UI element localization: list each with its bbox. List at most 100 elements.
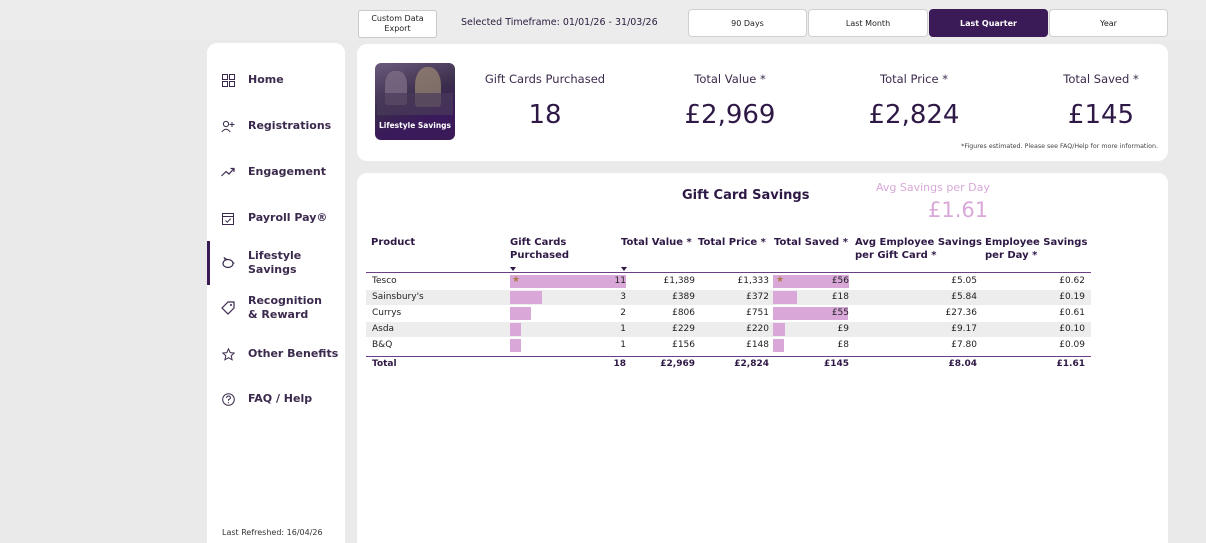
kpi-title: Total Saved * — [1063, 72, 1139, 86]
cell-total-price: £148 — [746, 340, 769, 350]
sort-arrow-icon[interactable] — [621, 267, 627, 271]
cell-total-price: £372 — [746, 292, 769, 302]
custom-data-export-button[interactable]: Custom Data Export — [358, 10, 437, 38]
kpi-title: Total Price * — [880, 72, 948, 86]
table-row[interactable]: Asda 1 £229 £220 £9 £9.17 £0.10 — [366, 322, 1091, 337]
cell-total-value: £156 — [672, 340, 695, 350]
kpi-value: £145 — [1067, 100, 1135, 130]
sidebar-item-engagement[interactable]: Engagement — [207, 157, 345, 187]
sidebar-item-label: FAQ / Help — [248, 392, 313, 405]
cell-avg-per-card: £8.04 — [948, 359, 977, 369]
kpi-title: Total Value * — [694, 72, 766, 86]
column-header-savings-per-day[interactable]: Employee Savings per Day * — [985, 236, 1087, 262]
cell-per-day: £1.61 — [1056, 359, 1085, 369]
cell-gift-cards: 1 — [620, 340, 626, 350]
kpi-gift-cards-purchased: Gift Cards Purchased 18 — [483, 72, 607, 130]
cell-gift-cards: 3 — [620, 292, 626, 302]
table-row[interactable]: Currys 2 £806 £751 £55 £27.36 £0.61 — [366, 306, 1091, 321]
table-title: Gift Card Savings — [682, 188, 810, 203]
kpi-total-saved: Total Saved * £145 — [1051, 72, 1151, 130]
cell-total-price: £2,824 — [734, 359, 769, 369]
sidebar-item-label: Lifestyle Savings — [248, 249, 302, 276]
timeframe-year-button[interactable]: Year — [1049, 9, 1168, 37]
cell-avg-per-card: £27.36 — [945, 308, 978, 318]
sidebar-item-payroll-pay[interactable]: Payroll Pay® — [207, 203, 345, 233]
table-row[interactable]: ★ ★ Tesco 11 £1,389 £1,333 £56 £5.05 £0.62 — [366, 274, 1091, 289]
user-add-icon — [221, 119, 235, 133]
cell-total-saved: £9 — [837, 324, 849, 334]
cell-product: Sainsbury's — [372, 292, 424, 302]
cell-avg-per-card: £5.05 — [951, 276, 977, 286]
cell-per-day: £0.61 — [1059, 308, 1085, 318]
piggy-bank-icon — [221, 256, 235, 270]
column-header-product[interactable]: Product — [371, 236, 415, 249]
column-header-total-saved[interactable]: Total Saved * — [774, 236, 848, 249]
sort-arrow-icon[interactable] — [510, 267, 516, 271]
cell-total-value: £389 — [672, 292, 695, 302]
timeframe-90-days-button[interactable]: 90 Days — [688, 9, 807, 37]
lifestyle-savings-caption: Lifestyle Savings — [378, 121, 451, 130]
cell-gift-cards: 11 — [614, 276, 626, 286]
column-header-total-value[interactable]: Total Value * — [621, 236, 692, 249]
cell-product: B&Q — [372, 340, 393, 350]
cell-total-value: £1,389 — [663, 276, 696, 286]
kpi-total-value: Total Value * £2,969 — [660, 72, 800, 130]
kpi-value: 18 — [528, 100, 562, 130]
help-icon — [221, 392, 235, 406]
cell-avg-per-card: £7.80 — [951, 340, 977, 350]
cell-total-saved: £8 — [837, 340, 849, 350]
cell-total-value: £229 — [672, 324, 695, 334]
sidebar-item-label: Engagement — [248, 165, 326, 178]
kpi-card: Lifestyle Savings Gift Cards Purchased 1… — [357, 44, 1168, 161]
kpi-total-price: Total Price * £2,824 — [854, 72, 974, 130]
sidebar-item-lifestyle-savings[interactable]: Lifestyle Savings — [207, 241, 345, 285]
sidebar: Home Registrations Engagement Payroll Pa… — [207, 43, 345, 543]
star-icon — [221, 347, 235, 361]
selected-timeframe-label: Selected Timeframe: 01/01/26 - 31/03/26 — [461, 17, 658, 28]
sidebar-item-label: Payroll Pay® — [248, 211, 328, 224]
sidebar-item-faq-help[interactable]: FAQ / Help — [207, 384, 345, 414]
cell-per-day: £0.19 — [1059, 292, 1085, 302]
cell-total-value: £806 — [672, 308, 695, 318]
column-header-total-price[interactable]: Total Price * — [698, 236, 766, 249]
header-divider — [366, 272, 1091, 273]
tag-icon — [221, 301, 235, 315]
cell-avg-per-card: £9.17 — [951, 324, 977, 334]
cell-avg-per-card: £5.84 — [951, 292, 977, 302]
sidebar-item-label: Recognition & Reward — [248, 294, 322, 321]
cell-product: Tesco — [372, 276, 397, 286]
cell-gift-cards: 2 — [620, 308, 626, 318]
timeframe-last-month-button[interactable]: Last Month — [808, 9, 928, 37]
kpi-value: £2,969 — [684, 100, 776, 130]
cell-total-saved: £145 — [823, 359, 849, 369]
cell-total-saved: £56 — [831, 276, 849, 286]
sidebar-item-registrations[interactable]: Registrations — [207, 111, 345, 141]
table-row[interactable]: B&Q 1 £156 £148 £8 £7.80 £0.09 — [366, 338, 1091, 353]
trend-icon — [221, 165, 235, 179]
cell-per-day: £0.09 — [1059, 340, 1085, 350]
grid-icon — [221, 73, 235, 87]
cell-product: Asda — [372, 324, 395, 334]
cell-total-price: £220 — [746, 324, 769, 334]
sidebar-item-home[interactable]: Home — [207, 65, 345, 95]
cell-per-day: £0.62 — [1059, 276, 1085, 286]
table-row[interactable]: Sainsbury's 3 £389 £372 £18 £5.84 £0.19 — [366, 290, 1091, 305]
cell-product: Total — [372, 359, 397, 369]
sidebar-item-label: Other Benefits — [248, 347, 339, 360]
figures-estimated-note: *Figures estimated. Please see FAQ/Help … — [961, 143, 1158, 150]
cell-total-price: £1,333 — [737, 276, 770, 286]
gift-card-savings-card: Gift Card Savings Avg Savings per Day £1… — [357, 173, 1168, 543]
sidebar-item-recognition-reward[interactable]: Recognition & Reward — [207, 293, 345, 323]
cell-total-value: £2,969 — [660, 359, 695, 369]
column-header-avg-savings-per-card[interactable]: Avg Employee Savings per Gift Card * — [855, 236, 982, 262]
sidebar-item-other-benefits[interactable]: Other Benefits — [207, 339, 345, 369]
cell-gift-cards: 1 — [620, 324, 626, 334]
cell-gift-cards: 18 — [613, 359, 626, 369]
kpi-value: £2,824 — [868, 100, 960, 130]
cell-total-saved: £18 — [831, 292, 849, 302]
timeframe-last-quarter-button[interactable]: Last Quarter — [929, 9, 1048, 37]
cell-product: Currys — [372, 308, 402, 318]
sidebar-item-label: Home — [248, 73, 284, 86]
table-total-row: Total 18 £2,969 £2,824 £145 £8.04 £1.61 — [366, 357, 1091, 372]
column-header-gift-cards[interactable]: Gift Cards Purchased — [510, 236, 569, 262]
